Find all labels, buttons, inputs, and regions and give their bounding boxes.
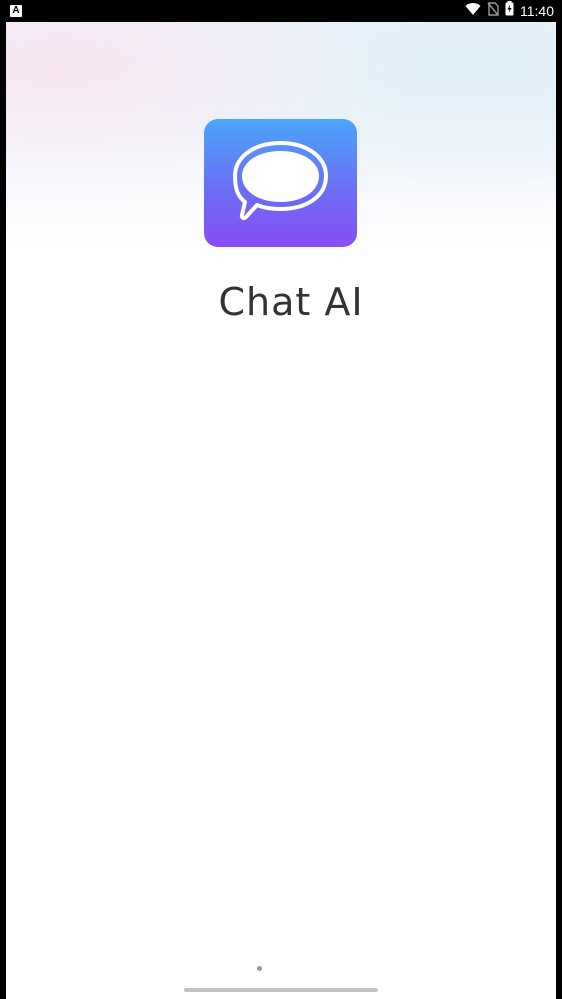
status-icons: 11:40 (465, 0, 554, 22)
splash-screen: Chat AI (6, 22, 556, 999)
battery-charging-icon (505, 1, 514, 21)
notification-icon: A (10, 5, 22, 17)
app-logo (204, 119, 357, 247)
wifi-icon (465, 2, 481, 21)
no-sim-icon (487, 1, 499, 21)
status-time: 11:40 (520, 3, 554, 19)
home-indicator[interactable] (184, 988, 378, 992)
chat-bubble-icon (233, 141, 328, 221)
app-title: Chat AI (218, 280, 364, 324)
page-indicator-dot (257, 966, 262, 971)
status-bar: A 11:40 (0, 0, 562, 22)
